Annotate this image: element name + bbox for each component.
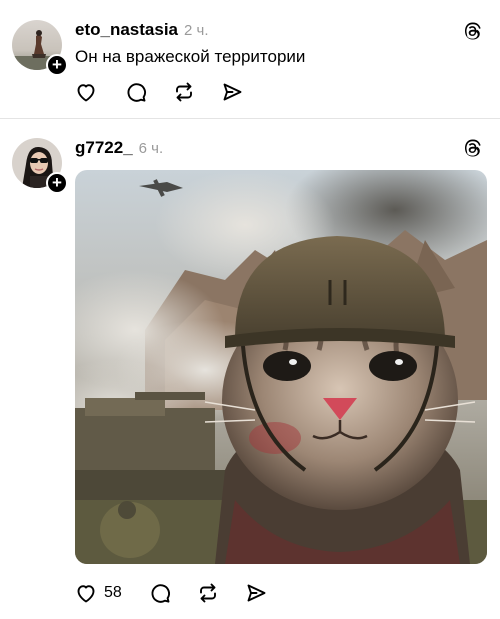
threads-logo-icon[interactable] <box>462 138 482 158</box>
post-1: + eto_nastasia 2 ч. Он на вражеской терр… <box>0 0 500 118</box>
post-2: + g7722_ 6 ч. 58 <box>0 118 500 619</box>
cat-soldier-image <box>75 170 487 564</box>
repost-icon <box>199 583 216 603</box>
send-icon <box>247 584 266 602</box>
avatar-eto-nastasia[interactable]: + <box>12 20 68 76</box>
heart-icon <box>77 84 95 102</box>
repost-button[interactable] <box>172 80 196 104</box>
follow-plus-icon[interactable]: + <box>46 172 68 194</box>
post-actions <box>74 80 244 104</box>
share-button[interactable] <box>244 581 268 605</box>
username[interactable]: eto_nastasia <box>75 20 178 40</box>
comment-button[interactable] <box>124 80 148 104</box>
threads-logo-icon[interactable] <box>462 21 482 41</box>
post-time: 6 ч. <box>138 140 164 157</box>
share-button[interactable] <box>220 80 244 104</box>
follow-plus-icon[interactable]: + <box>46 54 68 76</box>
like-button[interactable] <box>74 80 98 104</box>
like-button[interactable]: 58 <box>74 581 122 605</box>
comment-button[interactable] <box>148 581 172 605</box>
username[interactable]: g7722_ <box>75 138 133 158</box>
send-icon <box>223 83 242 101</box>
post-header: eto_nastasia 2 ч. <box>75 20 209 40</box>
post-header: g7722_ 6 ч. <box>75 138 163 158</box>
heart-icon <box>77 585 95 603</box>
post-time: 2 ч. <box>184 22 209 39</box>
repost-button[interactable] <box>196 581 220 605</box>
like-count: 58 <box>104 584 122 601</box>
post-text: Он на вражеской территории <box>75 47 306 66</box>
comment-icon <box>127 83 146 102</box>
comment-icon <box>151 584 170 603</box>
post-actions: 58 <box>74 581 268 605</box>
post-image[interactable] <box>75 170 487 564</box>
repost-icon <box>176 82 192 102</box>
avatar-g7722[interactable]: + <box>12 138 68 194</box>
